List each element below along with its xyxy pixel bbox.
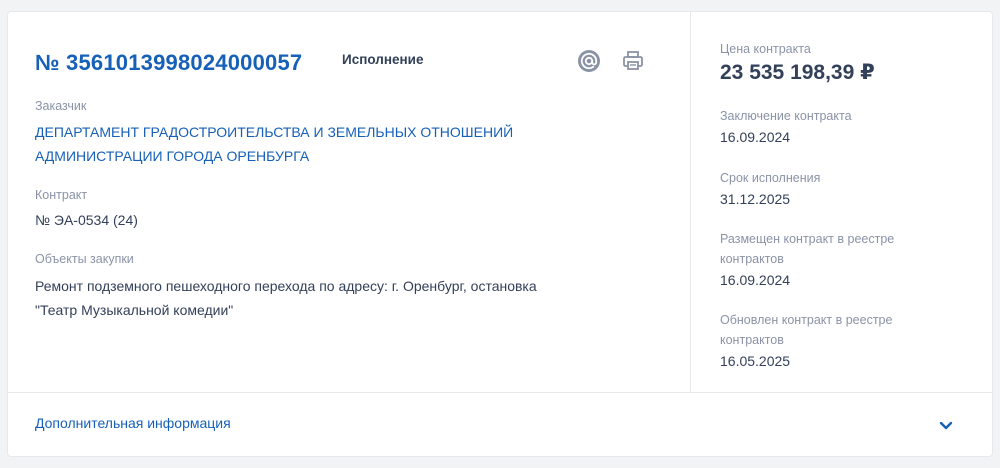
status-label: Исполнение bbox=[342, 52, 424, 67]
term-label: Срок исполнения bbox=[720, 171, 821, 185]
placed-label-line1: Размещен контракт в реестре bbox=[720, 232, 895, 246]
conclusion-date: 16.09.2024 bbox=[720, 129, 791, 145]
placed-label-line2: контрактов bbox=[720, 252, 784, 266]
customer-name-line2: АДМИНИСТРАЦИИ ГОРОДА ОРЕНБУРГА bbox=[35, 148, 310, 164]
updated-label-line1: Обновлен контракт в реестре bbox=[720, 313, 893, 327]
price-value: 23 535 198,39 ₽ bbox=[720, 61, 875, 84]
customer-label: Заказчик bbox=[35, 99, 87, 113]
placed-label: Размещен контракт в реестре контрактов bbox=[720, 229, 970, 269]
contract-label: Контракт bbox=[35, 188, 88, 202]
contract-card: № 3561013998024000057 Исполнение Заказчи… bbox=[7, 11, 993, 457]
objects-value: Ремонт подземного пешеходного перехода п… bbox=[35, 274, 655, 322]
conclusion-label: Заключение контракта bbox=[720, 109, 852, 123]
chevron-down-icon[interactable] bbox=[936, 415, 956, 435]
printer-icon[interactable] bbox=[621, 49, 645, 73]
objects-label: Объекты закупки bbox=[35, 252, 134, 266]
customer-name-line1: ДЕПАРТАМЕНТ ГРАДОСТРОИТЕЛЬСТВА И ЗЕМЕЛЬН… bbox=[35, 124, 514, 140]
additional-info-link[interactable]: Дополнительная информация bbox=[35, 415, 231, 431]
contract-main-section: № 3561013998024000057 Исполнение Заказчи… bbox=[8, 12, 690, 392]
additional-info-section: Дополнительная информация bbox=[8, 392, 992, 456]
contract-side-section: Цена контракта 23 535 198,39 ₽ Заключени… bbox=[690, 12, 992, 392]
updated-label: Обновлен контракт в реестре контрактов bbox=[720, 310, 970, 350]
updated-date: 16.05.2025 bbox=[720, 353, 791, 369]
contract-value: № ЭА-0534 (24) bbox=[35, 212, 138, 228]
email-at-icon[interactable] bbox=[577, 49, 601, 73]
placed-date: 16.09.2024 bbox=[720, 272, 791, 288]
contract-number-link[interactable]: № 3561013998024000057 bbox=[35, 50, 302, 76]
term-date: 31.12.2025 bbox=[720, 191, 791, 207]
updated-label-line2: контрактов bbox=[720, 333, 784, 347]
customer-link[interactable]: ДЕПАРТАМЕНТ ГРАДОСТРОИТЕЛЬСТВА И ЗЕМЕЛЬН… bbox=[35, 120, 595, 168]
objects-line2: "Театр Музыкальной комедии" bbox=[35, 302, 234, 318]
objects-line1: Ремонт подземного пешеходного перехода п… bbox=[35, 278, 537, 294]
price-label: Цена контракта bbox=[720, 42, 811, 56]
